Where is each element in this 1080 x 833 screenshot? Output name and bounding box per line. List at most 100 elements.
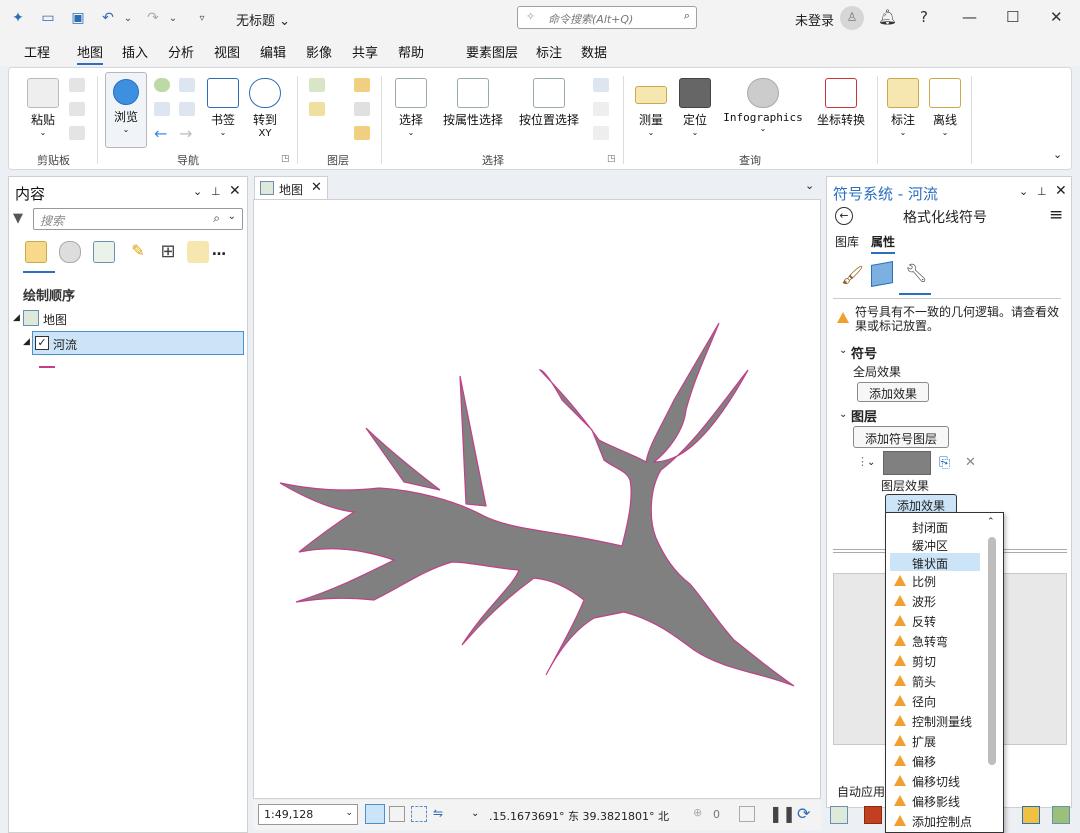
redo-icon[interactable]: ↷ [143, 9, 163, 27]
add-preset-icon[interactable] [354, 126, 370, 140]
add-xy-icon[interactable] [354, 102, 370, 116]
collapse-layers-icon[interactable]: ⌄ [839, 409, 847, 420]
menu-project[interactable]: 工程 [24, 42, 50, 61]
zoom-selected-icon[interactable] [154, 102, 170, 116]
measure-button[interactable]: 测量 ⌄ [633, 78, 669, 137]
scale-selector[interactable]: 1:49,128 ⌄ [258, 804, 358, 825]
close-window-button[interactable]: ✕ [1050, 8, 1063, 26]
label-button[interactable]: 标注 ⌄ [885, 78, 921, 137]
layer-symbol-swatch[interactable] [39, 366, 55, 368]
effect-item[interactable]: 缓冲区 [890, 535, 980, 553]
offline-button[interactable]: 离线 ⌄ [927, 78, 963, 137]
effect-item[interactable]: 锥状面 [890, 553, 980, 571]
pane-menu-icon[interactable]: ⌄ [193, 185, 202, 198]
back-arrow-icon[interactable]: ← [835, 207, 853, 225]
selected-features-icon[interactable]: ⊕ [693, 806, 709, 822]
user-avatar[interactable]: ♙ [840, 6, 864, 30]
effect-item[interactable]: 添加控制点 [890, 811, 980, 831]
add-global-effect-button[interactable]: 添加效果 [857, 382, 929, 402]
pin-icon[interactable]: ⊥ [211, 185, 221, 198]
select-by-location-button[interactable]: 按位置选择 [517, 78, 581, 128]
infographics-button[interactable]: Infographics ⌄ [723, 78, 803, 133]
attributes-icon[interactable] [593, 78, 609, 92]
project-title[interactable]: 无标题 ⌄ [236, 10, 290, 29]
selection-launcher-icon[interactable]: ◳ [607, 154, 616, 164]
menu-share[interactable]: 共享 [352, 42, 378, 61]
tab-list-icon[interactable]: ⌄ [805, 179, 814, 192]
menu-insert[interactable]: 插入 [122, 42, 148, 61]
undo-icon[interactable]: ↶ [98, 9, 118, 27]
notifications-icon[interactable]: 🔔︎ [878, 8, 897, 26]
clear-selection-map-icon[interactable] [739, 806, 755, 822]
navigate-launcher-icon[interactable]: ◳ [281, 154, 290, 164]
delete-layer-icon[interactable]: ✕ [965, 455, 976, 470]
pin-icon[interactable]: ⊥ [1037, 185, 1047, 198]
list-by-editing-icon[interactable]: ✎ [127, 241, 149, 263]
sign-in-status[interactable]: 未登录 [795, 10, 834, 29]
list-by-source-icon[interactable] [59, 241, 81, 263]
effect-item[interactable]: 控制测量线 [890, 711, 980, 731]
menu-labeling[interactable]: 标注 [536, 42, 562, 61]
add-symbol-layer-button[interactable]: 添加符号图层 [853, 426, 949, 448]
paste-button[interactable]: 粘贴 ⌄ [23, 78, 63, 137]
basemap-icon[interactable] [309, 78, 325, 92]
list-by-labeling-icon[interactable] [187, 241, 209, 263]
add-data-icon[interactable] [354, 78, 370, 92]
effect-item[interactable]: 波形 [890, 591, 980, 611]
effect-item[interactable]: 封闭面 [890, 517, 980, 535]
effect-item[interactable]: 反转 [890, 611, 980, 631]
symbol-brush-icon[interactable]: 🖌︎ [841, 265, 864, 286]
customize-toolbar-icon[interactable]: ▿ [192, 9, 212, 27]
effect-item[interactable]: 径向 [890, 691, 980, 711]
layers-icon[interactable] [871, 261, 893, 287]
effect-item[interactable]: 比例 [890, 571, 980, 591]
grid-icon[interactable] [389, 806, 405, 822]
bookmarks-button[interactable]: 书签 ⌄ [205, 78, 241, 137]
locate-button[interactable]: 定位 ⌄ [677, 78, 713, 137]
menu-help[interactable]: 帮助 [398, 42, 424, 61]
dropdown-scrollbar[interactable] [988, 537, 996, 765]
map-canvas[interactable] [253, 199, 821, 799]
add-layer-effect-button[interactable]: 添加效果 [885, 494, 957, 514]
navigation-tools-icon[interactable] [365, 804, 385, 824]
close-pane-icon[interactable]: ✕ [229, 183, 241, 199]
refresh-icon[interactable]: ⟳ [797, 804, 810, 823]
switch-selection-icon[interactable] [593, 102, 609, 116]
convert-coordinates-button[interactable]: 坐标转换 [813, 78, 869, 128]
expand-map-icon[interactable]: ◢ [13, 313, 20, 323]
duplicate-layer-icon[interactable]: ⎘ [939, 455, 950, 471]
effect-item[interactable]: 剪切 [890, 651, 980, 671]
catalog-dock-icon[interactable] [830, 806, 848, 824]
north-arrow-icon[interactable]: ⇋ [433, 806, 449, 822]
effect-item[interactable]: 偏移切线 [890, 771, 980, 791]
snapping-icon[interactable] [411, 806, 427, 822]
copy-path-icon[interactable] [69, 126, 85, 140]
list-by-snapping-icon[interactable]: ⊞ [157, 241, 179, 263]
pane-menu-icon[interactable]: ⌄ [1019, 185, 1028, 198]
goto-xy-button[interactable]: 转到 XY [247, 78, 283, 139]
undo-dropdown-icon[interactable]: ⌄ [118, 9, 138, 27]
effect-item[interactable]: 偏移 [890, 751, 980, 771]
open-project-icon[interactable]: ▭ [38, 9, 58, 27]
filter-icon[interactable]: ▼ [13, 211, 23, 226]
map-tab[interactable]: 地图 ✕ [254, 176, 328, 200]
new-project-icon[interactable]: ✦ [8, 9, 28, 27]
add-layer-icon[interactable] [309, 102, 325, 116]
explore-button[interactable]: 浏览 ⌄ [105, 72, 147, 148]
list-by-drawing-order-icon[interactable] [25, 241, 47, 263]
copy-icon[interactable] [69, 102, 85, 116]
effect-item[interactable]: 偏移影线 [890, 791, 980, 811]
more-icon[interactable]: … [212, 243, 226, 259]
hamburger-menu-icon[interactable]: ≡ [1049, 205, 1063, 225]
clear-selection-icon[interactable] [593, 126, 609, 140]
save-icon[interactable]: ▣ [68, 9, 88, 27]
effect-item[interactable]: 急转弯 [890, 631, 980, 651]
full-extent-icon[interactable] [154, 78, 170, 92]
select-button[interactable]: 选择 ⌄ [393, 78, 429, 137]
menu-map[interactable]: 地图 [77, 42, 104, 65]
symbol-layer-swatch[interactable] [883, 451, 931, 475]
contents-search-input[interactable]: 搜索 ⌕ ⌄ [33, 208, 243, 230]
maximize-button[interactable]: ☐ [1006, 8, 1019, 26]
select-by-attributes-button[interactable]: 按属性选择 [441, 78, 505, 128]
effect-item[interactable]: 箭头 [890, 671, 980, 691]
